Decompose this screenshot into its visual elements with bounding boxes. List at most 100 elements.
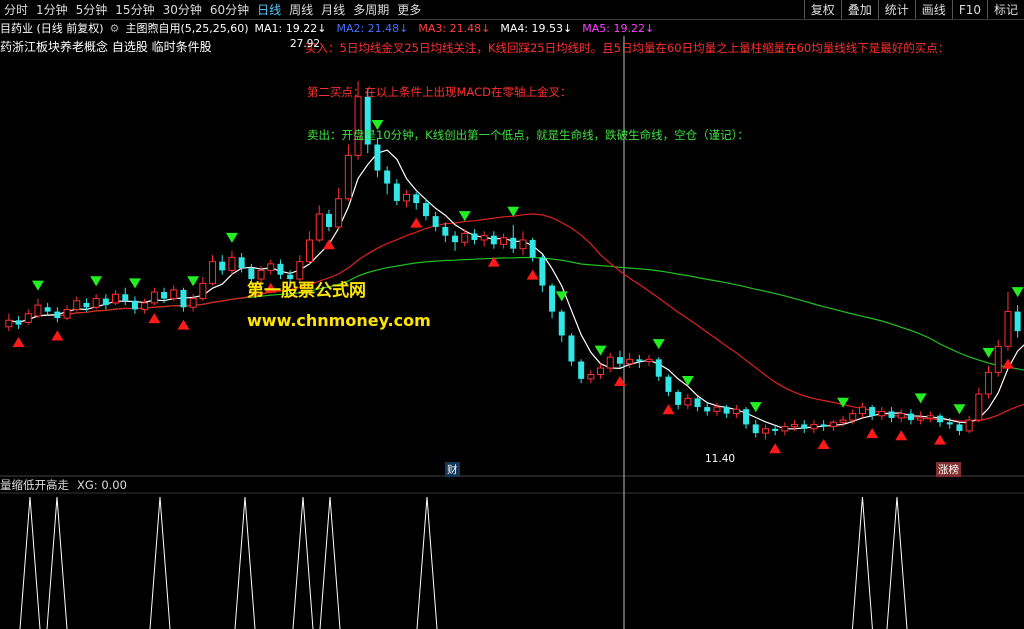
candle-body-up [335,198,343,228]
candle-body-up [965,419,973,432]
candle-body-down [83,302,90,308]
candle-body-up [73,300,81,310]
sell-signal-arrow [837,397,850,408]
candle-body-down [102,298,109,306]
candle-body-down [161,292,168,299]
candle-body-up [597,367,605,376]
candle-body-up [732,408,740,415]
annotation-buy2: 第二买点：在以上条件上出现MACD在零轴上金叉： [307,85,572,99]
buy-signal-arrow [934,434,947,445]
candle-body-up [878,410,886,417]
candle-body-down [655,359,662,377]
candle-body-up [189,298,197,308]
candle-body-down [907,413,914,421]
candle-body-down [122,294,129,301]
sell-signal-arrow [187,276,200,287]
candle-body-down [384,170,391,184]
candle-body-up [170,289,178,300]
candle-body-down [752,424,759,434]
xg-spike [46,496,68,629]
candle-body-up [199,282,207,300]
candle-body-down [54,311,61,319]
candle-body-up [713,406,721,412]
lower-indicator-name[interactable]: 量缩低开高走 [0,477,69,493]
buy-signal-arrow [322,239,335,250]
annotation-buy1: 买入：5日均线金叉25日均线关注，K线回踩25日均线时。且5日均量在60日均量之… [305,41,950,55]
candle-body-up [849,413,857,421]
candle-body-down [568,335,575,362]
candle-body-down [616,357,623,364]
xg-spike [886,496,908,629]
candle-body-down [471,233,478,240]
high-price-label: 27.92 [290,38,321,50]
candle-body-down [490,235,497,245]
finance-tag[interactable]: 财 [445,462,460,477]
buy-signal-arrow [662,404,675,415]
candle-body-down [131,300,138,310]
candle-body-up [975,393,983,421]
candle-body-down [946,422,953,425]
candle-body-up [985,371,993,395]
candle-body-up [839,419,847,423]
candle-body-down [422,203,429,217]
candle-body-up [344,154,352,200]
candle-body-down [452,235,459,243]
xg-spike [851,496,873,629]
annotation-sell: 卖出：开盘是10分钟，K线创出第一个低点，就是生命线，跌破生命线，空仓（谨记）： [307,128,749,142]
candle-body-down [723,407,730,414]
candle-body-down [888,411,895,418]
candle-body-up [645,358,653,362]
candle-body-down [665,376,672,392]
candle-body-up [519,239,527,250]
candle-body-down [743,409,750,425]
candle-body-up [917,417,925,421]
candle-body-up [63,308,71,319]
candle-body-down [325,213,332,227]
buy-signal-arrow [895,430,908,441]
sell-signal-arrow [31,280,44,291]
candle-body-down [180,289,187,308]
xg-spike [416,496,438,629]
buy-signal-arrow [526,269,539,280]
candle-body-down [1014,311,1021,332]
candle-body-up [24,313,32,323]
candle-body-up [209,261,217,284]
candle-body-down [277,263,284,275]
ma-long-line [8,256,1024,371]
buy-signal-arrow [769,443,782,454]
sell-signal-arrow [594,345,607,356]
buy-signal-arrow [177,319,190,330]
xg-spike [149,496,171,629]
sell-signal-arrow [914,393,927,404]
candle-body-down [956,424,963,431]
candle-body-down [675,391,682,405]
sell-signal-arrow [953,404,966,415]
candle-body-up [112,293,120,304]
candle-body-down [44,307,51,312]
limit-up-tag[interactable]: 涨榜 [936,462,961,477]
sell-signal-arrow [90,276,103,287]
candle-body-up [684,397,692,406]
candle-body-up [228,256,236,271]
candle-body-up [858,406,866,415]
candle-body-up [1004,311,1012,347]
sell-signal-arrow [982,347,995,358]
low-price-label: 11.40 [705,453,736,465]
candle-body-up [606,356,614,369]
candle-body-up [500,237,508,245]
buy-signal-arrow [12,336,25,347]
sell-signal-arrow [458,211,471,222]
candle-body-up [34,304,42,317]
candle-body-up [781,426,789,432]
sell-signal-arrow [1011,287,1024,298]
sell-signal-arrow [652,339,665,350]
candle-body-up [587,374,595,380]
candle-body-up [897,413,905,419]
buy-signal-arrow [148,313,161,324]
candle-body-up [829,421,837,428]
candle-body-down [549,285,556,312]
candle-body-up [403,193,411,202]
buy-signal-arrow [817,438,830,449]
candle-body-down [529,239,536,258]
candle-body-down [578,361,585,379]
